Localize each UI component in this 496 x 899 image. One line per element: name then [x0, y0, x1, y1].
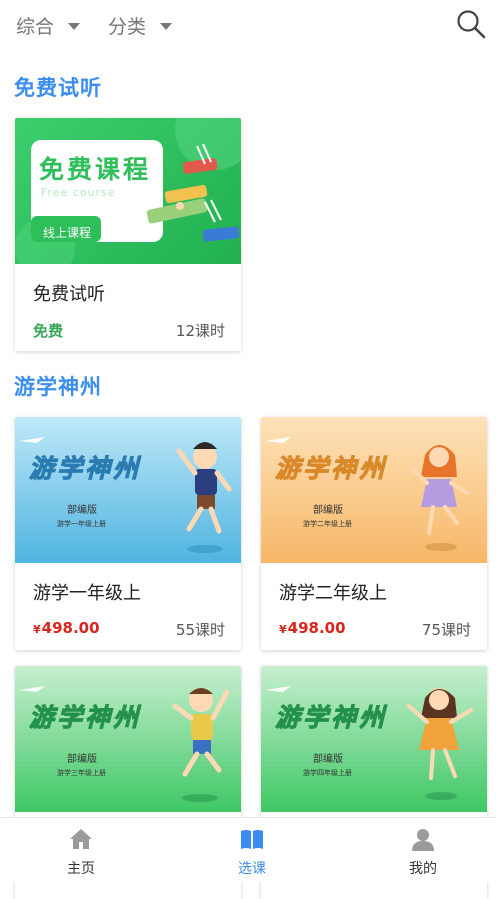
nav-label: 选课 — [238, 861, 266, 877]
cover-edition: 部编版 — [67, 754, 97, 765]
section-title-travel: 游学神州 — [14, 375, 102, 399]
cover-illustration — [265, 686, 473, 800]
filter-category[interactable]: 分类 — [108, 12, 173, 39]
cover-title: 游学神州 — [274, 703, 388, 733]
price-value: 498.00 — [41, 619, 100, 637]
cover-grade: 游学四年级上册 — [303, 769, 352, 777]
cover-tag: 线上课程 — [43, 226, 92, 240]
course-card-free[interactable]: 免费课程 Free course 线上课程 免费试听 免费 12课时 — [15, 118, 241, 351]
course-name: 游学一年级上 — [33, 583, 141, 604]
cover-title: 免费课程 — [39, 155, 152, 184]
nav-label: 主页 — [67, 861, 95, 877]
section-title-free: 免费试听 — [14, 76, 102, 100]
cover-illustration — [19, 437, 232, 553]
cover-edition: 部编版 — [313, 505, 343, 516]
currency-symbol: ¥ — [33, 623, 41, 636]
cover-edition: 部编版 — [313, 754, 343, 765]
cover-title: 游学神州 — [274, 454, 388, 484]
nav-item-home[interactable]: 主页 — [31, 818, 131, 882]
course-cover: 游学神州 部编版 游学三年级上册 — [15, 666, 241, 812]
course-card[interactable]: 游学神州 部编版 游学一年级上册 游学一年级上 ¥498.00 55课时 — [15, 417, 241, 650]
course-cover: 游学神州 部编版 游学一年级上册 — [15, 417, 241, 563]
course-lessons: 75课时 — [421, 621, 471, 639]
search-icon[interactable] — [456, 9, 486, 39]
course-price: ¥498.00 — [279, 619, 346, 637]
top-filter-bar: 综合 分类 — [0, 0, 496, 50]
course-card[interactable]: 游学神州 部编版 游学二年级上册 游学二年级上 ¥498.00 75课时 — [261, 417, 487, 650]
course-lessons: 12课时 — [175, 322, 225, 340]
book-icon — [241, 830, 263, 849]
course-lessons: 55课时 — [175, 621, 225, 639]
filter-label: 分类 — [108, 16, 147, 38]
price-value: 498.00 — [287, 619, 346, 637]
course-price: 免费 — [33, 322, 64, 340]
filter-label: 综合 — [16, 16, 55, 38]
nav-item-courses[interactable]: 选课 — [202, 818, 302, 882]
cover-title: 游学神州 — [28, 703, 142, 733]
cover-illustration — [265, 437, 469, 551]
currency-symbol: ¥ — [279, 623, 287, 636]
user-icon — [412, 829, 434, 851]
course-cover: 免费课程 Free course 线上课程 — [15, 118, 241, 264]
cover-edition: 部编版 — [67, 505, 97, 516]
cover-subtitle: Free course — [41, 186, 116, 199]
course-name: 游学二年级上 — [279, 583, 387, 604]
cover-grade: 游学一年级上册 — [57, 520, 106, 528]
bottom-nav: 主页 选课 我的 — [0, 817, 496, 882]
dropdown-arrow-icon — [160, 23, 173, 30]
nav-item-me[interactable]: 我的 — [373, 818, 473, 882]
course-cover: 游学神州 部编版 游学二年级上册 — [261, 417, 487, 563]
cover-grade: 游学二年级上册 — [303, 520, 352, 528]
home-icon — [70, 829, 92, 849]
dropdown-arrow-icon — [68, 23, 81, 30]
filter-comprehensive[interactable]: 综合 — [16, 12, 81, 39]
nav-label: 我的 — [409, 861, 437, 877]
course-name: 免费试听 — [33, 284, 105, 305]
cover-illustration — [19, 686, 230, 802]
cover-title: 游学神州 — [28, 454, 142, 484]
course-cover: 游学神州 部编版 游学四年级上册 — [261, 666, 487, 812]
course-price: ¥498.00 — [33, 619, 100, 637]
cover-grade: 游学三年级上册 — [57, 769, 106, 777]
